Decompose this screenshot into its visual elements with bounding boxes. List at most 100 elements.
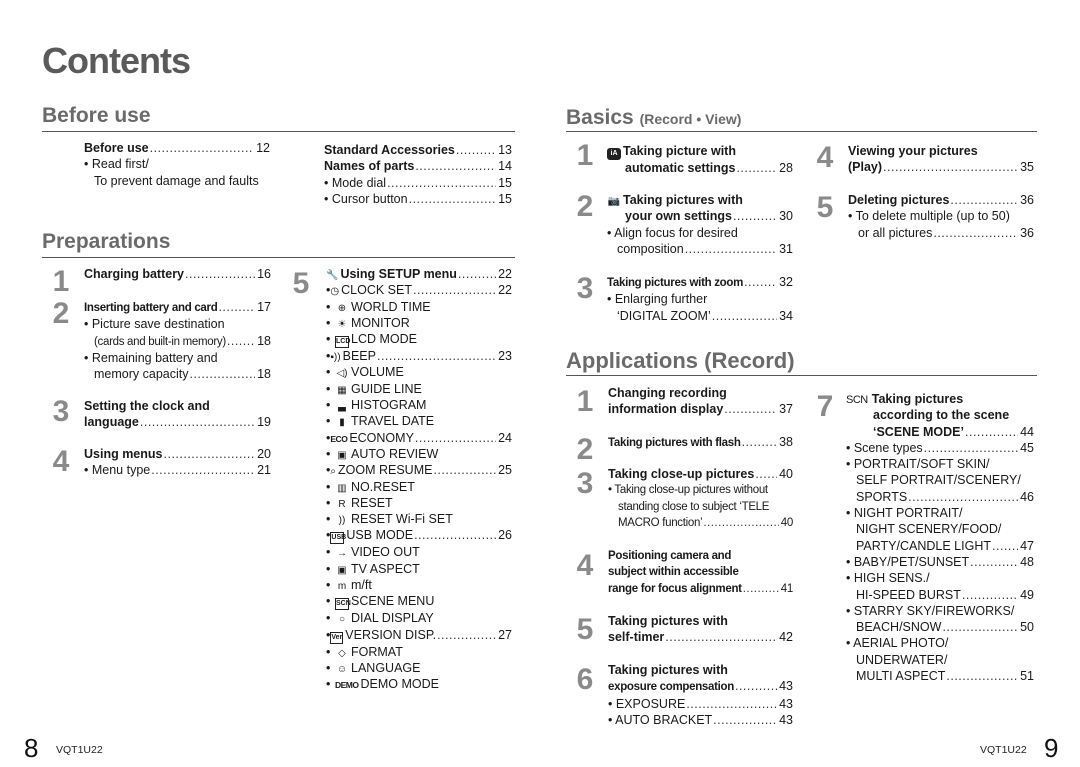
toc-entry[interactable]: Names of parts14: [324, 158, 512, 174]
setup-menu-item[interactable]: • ☀ MONITOR: [326, 315, 512, 331]
toc-subentry[interactable]: • Menu type21: [84, 462, 271, 478]
page-number: 9: [1044, 733, 1059, 763]
setup-menu-item[interactable]: • ☺ LANGUAGE: [326, 660, 512, 676]
toc-entry[interactable]: Taking pictures with: [608, 662, 793, 678]
setup-menu-item[interactable]: • DEMO DEMO MODE: [326, 676, 512, 692]
toc-subentry[interactable]: • Scene types45: [846, 440, 1034, 456]
toc-subentry[interactable]: or all pictures36: [848, 225, 1034, 241]
toc-entry[interactable]: automatic settings28: [607, 160, 793, 176]
toc-subentry[interactable]: • Mode dial15: [324, 175, 512, 191]
setup-menu-item[interactable]: •⌕ZOOM RESUME25: [326, 462, 512, 478]
toc-subentry[interactable]: MACRO function’40: [608, 515, 793, 531]
toc-entry[interactable]: subject within accessible: [608, 564, 793, 580]
setup-menu-item[interactable]: • ⊕ WORLD TIME: [326, 299, 512, 315]
setup-menu-item[interactable]: • R RESET: [326, 495, 512, 511]
setup-menu-item[interactable]: • ▣ AUTO REVIEW: [326, 446, 512, 462]
toc-subentry[interactable]: • Taking close-up pictures without: [608, 482, 793, 498]
setup-menu-item[interactable]: •USBUSB MODE26: [326, 527, 512, 545]
toc-subentry[interactable]: NIGHT SCENERY/FOOD/: [846, 521, 1034, 537]
toc-entry[interactable]: Taking pictures with flash38: [608, 434, 793, 451]
toc-entry[interactable]: exposure compensation43: [608, 678, 793, 695]
toc-subentry[interactable]: composition31: [607, 241, 793, 257]
toc-subentry[interactable]: (cards and built-in memory)18: [84, 333, 271, 350]
toc-entry[interactable]: Inserting battery and card17: [84, 299, 271, 316]
toc-entry[interactable]: your own settings30: [607, 208, 793, 224]
setup-menu-item[interactable]: •VerVERSION DISP.27: [326, 627, 512, 644]
toc-entry[interactable]: Changing recording: [608, 385, 793, 401]
toc-subentry[interactable]: To prevent damage and faults: [84, 173, 270, 189]
basics-step-2: 📷Taking pictures with your own settings3…: [607, 192, 793, 257]
toc-entry[interactable]: Setting the clock and: [84, 398, 271, 414]
toc-entry[interactable]: SCN Taking pictures: [846, 391, 1034, 407]
toc-entry[interactable]: iA Taking picture with: [607, 143, 793, 160]
setup-menu-item[interactable]: • SCN SCENE MENU: [326, 593, 512, 611]
setup-menu-item[interactable]: •◷CLOCK SET22: [326, 282, 512, 298]
toc-subentry[interactable]: MULTI ASPECT51: [846, 668, 1034, 684]
toc-subentry[interactable]: SELF PORTRAIT/SCENERY/: [846, 472, 1034, 488]
toc-subentry[interactable]: SPORTS46: [846, 489, 1034, 505]
toc-entry[interactable]: self-timer42: [608, 629, 793, 645]
setup-menu-item[interactable]: • ▣ TV ASPECT: [326, 561, 512, 577]
toc-subentry[interactable]: • PORTRAIT/SOFT SKIN/: [846, 456, 1034, 472]
toc-subentry[interactable]: • EXPOSURE43: [608, 696, 793, 712]
toc-entry[interactable]: Viewing your pictures: [848, 143, 1034, 159]
volume-icon: ◁): [336, 368, 348, 380]
toc-subentry[interactable]: • Align focus for desired: [607, 225, 793, 241]
setup-menu-item[interactable]: • → VIDEO OUT: [326, 544, 512, 560]
setup-menu-item[interactable]: • ○ DIAL DISPLAY: [326, 610, 512, 626]
toc-subentry[interactable]: • NIGHT PORTRAIT/: [846, 505, 1034, 521]
setup-menu-item[interactable]: • ▃ HISTOGRAM: [326, 397, 512, 413]
section-divider: [42, 131, 515, 132]
toc-subentry[interactable]: • BABY/PET/SUNSET48: [846, 554, 1034, 570]
version-display-icon: Ver: [330, 631, 344, 644]
toc-subentry[interactable]: UNDERWATER/: [846, 652, 1034, 668]
setup-menu-item[interactable]: • ▥ NO.RESET: [326, 479, 512, 495]
toc-subentry[interactable]: ‘DIGITAL ZOOM’34: [607, 308, 793, 324]
toc-subentry[interactable]: • AUTO BRACKET43: [608, 712, 793, 728]
toc-subentry[interactable]: • Picture save destination: [84, 316, 271, 332]
toc-entry[interactable]: 📷 Taking pictures with: [607, 192, 793, 208]
toc-subentry[interactable]: • Remaining battery and: [84, 350, 271, 366]
setup-menu-item[interactable]: • ▮ TRAVEL DATE: [326, 413, 512, 429]
setup-menu-item[interactable]: •ECOECONOMY24: [326, 430, 512, 446]
toc-entry[interactable]: 🔧Using SETUP menu22: [326, 266, 512, 282]
bullet: •: [326, 660, 331, 675]
setup-menu-item[interactable]: •)) RESET Wi-Fi SET: [326, 511, 512, 527]
step-number: 1: [576, 385, 594, 418]
toc-subentry[interactable]: HI-SPEED BURST49: [846, 587, 1034, 603]
toc-subentry[interactable]: • Read first/: [84, 156, 270, 172]
toc-entry[interactable]: Using menus20: [84, 446, 271, 462]
setup-menu-item[interactable]: •▪))BEEP23: [326, 348, 512, 364]
bullet: •: [326, 398, 331, 413]
toc-subentry[interactable]: memory capacity18: [84, 366, 271, 382]
toc-entry[interactable]: Before use12: [84, 140, 270, 156]
toc-entry[interactable]: Charging battery16: [84, 266, 271, 282]
setup-menu-item[interactable]: • m m/ft: [326, 577, 512, 593]
toc-subentry[interactable]: • AERIAL PHOTO/: [846, 635, 1034, 651]
setup-menu-item[interactable]: • ▦ GUIDE LINE: [326, 381, 512, 397]
toc-subentry[interactable]: • STARRY SKY/FIREWORKS/: [846, 603, 1034, 619]
toc-entry[interactable]: ‘SCENE MODE’44: [846, 424, 1034, 440]
toc-subentry[interactable]: • Enlarging further: [607, 291, 793, 307]
toc-entry[interactable]: (Play)35: [848, 159, 1034, 175]
toc-entry[interactable]: Taking close-up pictures40: [608, 466, 793, 482]
setup-menu-item[interactable]: • ◇ FORMAT: [326, 644, 512, 660]
setup-menu-item[interactable]: • ◁) VOLUME: [326, 364, 512, 380]
toc-entry[interactable]: Positioning camera and: [608, 548, 793, 564]
toc-subentry[interactable]: standing close to subject ‘TELE: [608, 499, 793, 515]
toc-entry[interactable]: information display37: [608, 401, 793, 417]
toc-entry[interactable]: according to the scene: [846, 407, 1034, 423]
toc-entry[interactable]: Deleting pictures36: [848, 192, 1034, 208]
toc-subentry[interactable]: • Cursor button15: [324, 191, 512, 207]
toc-entry[interactable]: Standard Accessories13: [324, 142, 512, 158]
toc-entry[interactable]: language19: [84, 414, 271, 430]
setup-menu-item[interactable]: • LCD LCD MODE: [326, 331, 512, 349]
toc-entry[interactable]: Taking pictures with: [608, 613, 793, 629]
model-code: VQT1U22: [56, 744, 103, 756]
toc-subentry[interactable]: • HIGH SENS./: [846, 570, 1034, 586]
toc-subentry[interactable]: BEACH/SNOW50: [846, 619, 1034, 635]
toc-subentry[interactable]: • To delete multiple (up to 50): [848, 208, 1034, 224]
toc-entry[interactable]: Taking pictures with zoom32: [607, 274, 793, 291]
toc-entry[interactable]: range for focus alignment41: [608, 581, 793, 597]
toc-subentry[interactable]: PARTY/CANDLE LIGHT47: [846, 538, 1034, 554]
